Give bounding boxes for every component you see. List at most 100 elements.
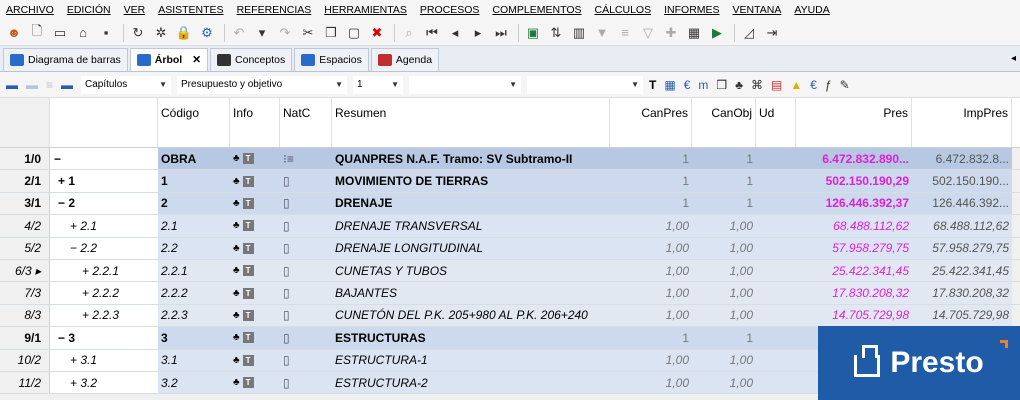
level-icon[interactable]: ▬ — [61, 78, 73, 92]
header-codigo[interactable]: Código — [158, 98, 230, 147]
redo-icon[interactable]: ↷ — [275, 23, 295, 43]
presupuesto-select[interactable]: Presupuesto y objetivo ▼ — [177, 75, 348, 94]
user-icon[interactable]: ☻ — [4, 23, 24, 43]
tree-node[interactable]: + 2.2.2 — [50, 282, 158, 304]
tab-conceptos[interactable]: Conceptos — [210, 48, 293, 71]
delete-icon[interactable]: ✖ — [367, 23, 387, 43]
close-icon[interactable]: ✕ — [192, 54, 201, 66]
sync-icon[interactable]: ⇅ — [546, 23, 566, 43]
header-info[interactable]: Info — [230, 98, 280, 147]
calculator-icon[interactable]: ▦ — [684, 23, 704, 43]
diagonal-icon[interactable]: ◿ — [739, 23, 759, 43]
table-row[interactable]: 4/2 + 2.1 2.1 ♣ T ▯ DRENAJE TRANSVERSAL 1,00 1,0… — [0, 215, 1020, 238]
key-icon[interactable]: ⌘ — [751, 78, 763, 92]
expand-icon[interactable]: ▬ — [26, 78, 38, 92]
columns-icon[interactable]: ▥ — [569, 23, 589, 43]
menu-ventana[interactable]: VENTANA — [733, 4, 782, 16]
save-icon[interactable]: ▪ — [96, 23, 116, 43]
new-folder-icon[interactable]: ⌂ — [73, 23, 93, 43]
header-canobj[interactable]: CanObj — [692, 98, 756, 147]
menu-calculos[interactable]: CÁLCULOS — [595, 4, 652, 16]
tree-node[interactable]: + 2.1 — [50, 215, 158, 237]
menu-asistentes[interactable]: ASISTENTES — [158, 4, 223, 16]
copy-icon[interactable]: ❐ — [321, 23, 341, 43]
menu-informes[interactable]: INFORMES — [664, 4, 719, 16]
tab-scroll-icon[interactable]: ◂ — [1011, 53, 1016, 64]
menu-ver[interactable]: VER — [124, 4, 146, 16]
new-file-icon[interactable]: 🗋 — [27, 23, 47, 43]
tree-node[interactable]: + 3.2 — [50, 371, 158, 394]
menu-ayuda[interactable]: AYUDA — [794, 4, 829, 16]
settings-icon[interactable]: ⚙ — [197, 23, 217, 43]
plus-filter-icon[interactable]: ✚ — [661, 23, 681, 43]
people-icon[interactable]: ♣ — [735, 78, 743, 92]
cut-icon[interactable]: ✂ — [298, 23, 318, 43]
open-folder-icon[interactable]: ▭ — [50, 23, 70, 43]
filter-icon[interactable]: ▼ — [592, 23, 612, 43]
tab-arbol[interactable]: Árbol ✕ — [129, 48, 209, 71]
table-row[interactable]: 3/1− 2 2 ♣ T ▯ DRENAJE 1 1 126.446.392,37 126.446… — [0, 192, 1020, 216]
table-row[interactable]: 8/3 + 2.2.3 2.2.3 ♣ T ▯ CUNETÓN DEL P.K. 205+9… — [0, 304, 1020, 328]
tree-node[interactable]: + 3.1 — [50, 349, 158, 371]
menu-archivo[interactable]: ARCHIVO — [6, 4, 54, 16]
table-row[interactable]: 5/2− 2.2 2.2 ♣ T ▯ DRENAJE LONGITUDINAL 1,00 1,… — [0, 237, 1020, 260]
layers-icon[interactable]: ❒ — [716, 78, 727, 92]
text-icon[interactable]: T — [649, 78, 656, 92]
collapse-all-icon[interactable]: ▬ — [6, 78, 18, 92]
menu-edicion[interactable]: EDICIÓN — [67, 4, 111, 16]
header-canpres[interactable]: CanPres — [610, 98, 692, 147]
first-icon[interactable]: ⏮ — [422, 23, 442, 43]
spell-icon[interactable]: ≡ — [615, 23, 635, 43]
wand-icon[interactable]: ✎ — [840, 78, 850, 92]
excel-icon[interactable]: ▣ — [523, 23, 543, 43]
undo-icon[interactable]: ↶ — [229, 23, 249, 43]
funnel-icon[interactable]: ▽ — [638, 23, 658, 43]
lock-icon[interactable]: 🔒 — [174, 23, 194, 43]
menu-procesos[interactable]: PROCESOS — [420, 4, 480, 16]
header-resumen[interactable]: Resumen — [332, 98, 610, 147]
field-select[interactable]: ▼ — [409, 75, 522, 94]
warning-icon[interactable]: ▲ — [790, 78, 802, 92]
table-row[interactable]: 7/3 + 2.2.2 2.2.2 ♣ T ▯ BAJANTES 1,00 1,00 17.830… — [0, 282, 1020, 305]
formula-icon[interactable]: ƒ — [825, 78, 832, 92]
table-row[interactable]: 2/1 + 1 1 ♣ T ▯ MOVIMIENTO DE TIERRAS 1 1 502.150… — [0, 170, 1020, 193]
tree-node[interactable]: − 2 — [50, 192, 158, 215]
equal-icon[interactable]: ≡ — [46, 78, 53, 92]
tree-node[interactable]: + 1 — [50, 170, 158, 192]
tree-node[interactable]: + 2.2.3 — [50, 304, 158, 327]
table-row[interactable]: 6/3 ▸ + 2.2.1 2.2.1 ♣ T ▯ CUNETAS Y TUBOS 1,00 1… — [0, 259, 1020, 283]
next-icon[interactable]: ▸ — [468, 23, 488, 43]
table-row[interactable]: 1/0− OBRA ♣ T ⁝≡ QUANPRES N.A.F. Tramo: SV Su… — [0, 148, 1020, 171]
gear-icon[interactable]: ✲ — [151, 23, 171, 43]
value-select[interactable]: ▼ — [527, 75, 644, 94]
dropdown-icon[interactable]: ▾ — [252, 23, 272, 43]
currency-icon[interactable]: € — [684, 78, 691, 92]
menu-herramientas[interactable]: HERRAMIENTAS — [324, 4, 407, 16]
prev-icon[interactable]: ◂ — [445, 23, 465, 43]
menu-complementos[interactable]: COMPLEMENTOS — [492, 4, 581, 16]
tree-node[interactable]: − — [50, 148, 158, 170]
menu-referencias[interactable]: REFERENCIAS — [237, 4, 312, 16]
unit-icon[interactable]: m — [698, 78, 708, 92]
tree-node[interactable]: + 2.2.1 — [50, 259, 158, 282]
header-ud[interactable]: Ud — [756, 98, 796, 147]
euro-icon[interactable]: € — [810, 78, 817, 92]
search-icon[interactable]: ⌕ — [399, 23, 419, 43]
refresh-icon[interactable]: ↻ — [128, 23, 148, 43]
header-natc[interactable]: NatC — [280, 98, 332, 147]
run-icon[interactable]: ▶ — [707, 23, 727, 43]
tab-diagrama-de-barras[interactable]: Diagrama de barras — [3, 48, 128, 71]
header-pres[interactable]: Pres — [796, 98, 912, 147]
tree-node[interactable]: − 2.2 — [50, 237, 158, 259]
table-icon[interactable]: ▦ — [664, 78, 675, 92]
last-icon[interactable]: ⏭ — [491, 23, 511, 43]
tab-agenda[interactable]: Agenda — [370, 48, 440, 71]
tree-node[interactable]: − 3 — [50, 327, 158, 349]
paste-icon[interactable]: ▢ — [344, 23, 364, 43]
tab-espacios[interactable]: Espacios — [294, 48, 369, 71]
export-icon[interactable]: ⇥ — [762, 23, 782, 43]
header-imppres[interactable]: ImpPres — [912, 98, 1012, 147]
capitulos-select[interactable]: Capítulos ▼ — [81, 75, 172, 94]
nivel-select[interactable]: 1 ▼ — [353, 75, 404, 94]
calendar-icon[interactable]: ▤ — [771, 78, 782, 92]
